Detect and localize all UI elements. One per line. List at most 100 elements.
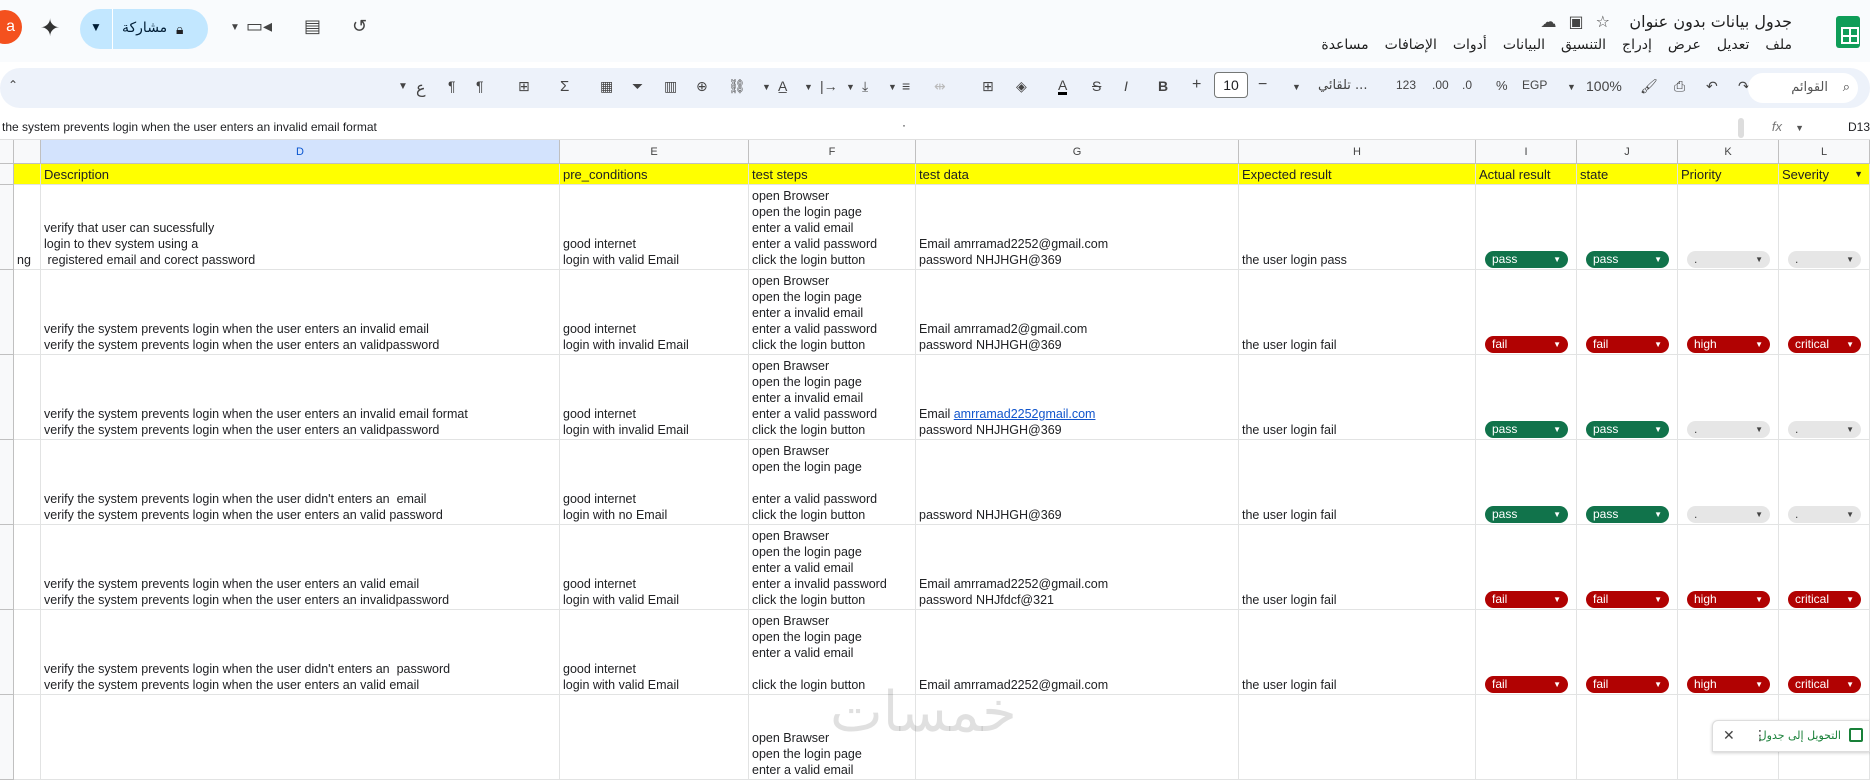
comment-add-icon[interactable]: ⊕ <box>696 78 708 95</box>
header-cell-test-steps[interactable]: test steps <box>749 164 916 185</box>
version-history-icon[interactable]: ↺ <box>352 16 367 37</box>
text-color-icon[interactable]: A <box>1058 78 1068 95</box>
font-size-increase-icon[interactable]: + <box>1192 76 1201 94</box>
table-cell-c[interactable] <box>14 355 41 440</box>
zoom-select[interactable]: 100% <box>1586 78 1622 94</box>
menu-view[interactable]: عرض <box>1668 37 1701 53</box>
decimal-increase-button[interactable]: .00 <box>1432 78 1449 92</box>
menu-data[interactable]: البيانات <box>1503 37 1545 53</box>
horizontal-align-icon[interactable]: ≡ <box>902 78 910 94</box>
chip-dropdown-icon[interactable]: ▼ <box>1846 421 1854 438</box>
table-cell-pre-conditions[interactable]: good internet login with invalid Email <box>560 355 749 440</box>
comments-icon[interactable]: ▤ <box>304 16 321 37</box>
table-cell-pre-conditions[interactable]: good internet login with valid Email <box>560 185 749 270</box>
menu-file[interactable]: ملف <box>1765 37 1792 53</box>
table-cell-description[interactable] <box>41 695 560 780</box>
chip-dropdown-icon[interactable]: ▼ <box>1755 251 1763 268</box>
column-header-e[interactable]: E <box>560 140 749 164</box>
severity-chip[interactable]: . ▼ <box>1788 421 1861 438</box>
table-cell-test-steps[interactable]: open Brawser open the login page enter a… <box>749 440 916 525</box>
column-header-i[interactable]: I <box>1476 140 1577 164</box>
table-cell-pre-conditions[interactable]: good internet login with invalid Email <box>560 270 749 355</box>
table-cell-test-data[interactable]: Email amrramad2252@gmail.com password NHJ… <box>916 525 1239 610</box>
actual-chip[interactable]: fail ▼ <box>1485 676 1568 693</box>
table-cell-expected[interactable]: the user login fail <box>1239 440 1476 525</box>
menu-search-input[interactable]: القوائم ⌕ <box>1748 73 1858 103</box>
header-cell-pre-conditions[interactable]: pre_conditions <box>560 164 749 185</box>
table-cell-test-data[interactable]: password NHJHGH@369 <box>916 440 1239 525</box>
chip-dropdown-icon[interactable]: ▼ <box>1846 251 1854 268</box>
wrap-dropdown-icon[interactable]: ▼ <box>804 82 813 92</box>
severity-chip[interactable]: . ▼ <box>1788 506 1861 523</box>
header-cell-priority[interactable]: Priority <box>1678 164 1779 185</box>
table-icon[interactable]: ▦ <box>600 78 613 95</box>
currency-button[interactable]: EGP <box>1522 78 1547 92</box>
text-rotation-icon[interactable]: A̲ <box>778 78 787 94</box>
row-header[interactable] <box>0 525 14 610</box>
table-cell-description[interactable]: verify the system prevents login when th… <box>41 525 560 610</box>
column-header-f[interactable]: F <box>749 140 916 164</box>
table-cell-pre-conditions[interactable]: good internet login with valid Email <box>560 610 749 695</box>
row-header-2[interactable] <box>0 164 14 185</box>
row-header[interactable] <box>0 270 14 355</box>
collapse-toolbar-icon[interactable]: ⌃ <box>8 78 18 92</box>
state-chip[interactable]: pass ▼ <box>1586 506 1669 523</box>
table-cell-expected[interactable]: the user login fail <box>1239 270 1476 355</box>
strikethrough-icon[interactable]: S <box>1092 78 1101 94</box>
table-cell-expected[interactable] <box>1239 695 1476 780</box>
pivot-icon[interactable]: ⊞ <box>518 78 530 95</box>
severity-chip[interactable]: . ▼ <box>1788 251 1861 268</box>
severity-filter-icon[interactable]: ▼ <box>1854 164 1863 184</box>
table-cell-test-steps[interactable]: open Brawser open the login page enter a… <box>749 525 916 610</box>
actual-chip[interactable]: pass ▼ <box>1485 506 1568 523</box>
name-box-dropdown-icon[interactable]: ▼ <box>1795 123 1804 133</box>
menu-help[interactable]: مساعدة <box>1321 37 1368 53</box>
sheets-logo-icon[interactable] <box>1836 16 1860 48</box>
table-cell-expected[interactable]: the user login fail <box>1239 610 1476 695</box>
chip-dropdown-icon[interactable]: ▼ <box>1553 336 1561 353</box>
table-cell-c[interactable] <box>14 270 41 355</box>
header-cell-severity[interactable]: Severity ▼ <box>1779 164 1870 185</box>
font-size-input[interactable]: 10 <box>1214 72 1248 98</box>
table-cell-actual[interactable] <box>1476 695 1577 780</box>
chip-dropdown-icon[interactable]: ▼ <box>1755 336 1763 353</box>
convert-to-table-button[interactable]: التحويل إلى جدول <box>1759 729 1841 742</box>
cloud-status-icon[interactable]: ☁ <box>1541 12 1557 32</box>
row-header[interactable] <box>0 355 14 440</box>
table-cell-description[interactable]: verify the system prevents login when th… <box>41 610 560 695</box>
table-cell-test-data[interactable]: Email amrramad2252@gmail.com password NHJ… <box>916 185 1239 270</box>
chip-dropdown-icon[interactable]: ▼ <box>1654 591 1662 608</box>
actual-chip[interactable]: pass ▼ <box>1485 251 1568 268</box>
chip-dropdown-icon[interactable]: ▼ <box>1846 676 1854 693</box>
font-name-select[interactable]: تلقائي ... <box>1318 78 1367 93</box>
column-header-c[interactable] <box>14 140 41 164</box>
chip-dropdown-icon[interactable]: ▼ <box>1553 506 1561 523</box>
doc-title[interactable]: جدول بيانات بدون عنوان <box>1629 12 1792 31</box>
text-wrap-icon[interactable]: |→ <box>820 78 838 94</box>
column-header-l[interactable]: L <box>1779 140 1870 164</box>
header-cell-test-data[interactable]: test data <box>916 164 1239 185</box>
email-link[interactable]: amrramad2252gmail.com <box>954 407 1096 421</box>
chip-dropdown-icon[interactable]: ▼ <box>1654 506 1662 523</box>
borders-icon[interactable]: ⊞ <box>982 78 994 95</box>
share-button[interactable]: ▼ مشاركة 🔒︎ <box>80 9 208 49</box>
input-tools-dropdown-icon[interactable]: ▼ <box>398 81 408 92</box>
state-chip[interactable]: fail ▼ <box>1586 676 1669 693</box>
table-cell-test-data[interactable]: Email amrramad2252gmail.com password NHJH… <box>916 355 1239 440</box>
table-cell-c[interactable] <box>14 440 41 525</box>
state-chip[interactable]: fail ▼ <box>1586 591 1669 608</box>
header-cell-actual[interactable]: Actual result <box>1476 164 1577 185</box>
row-header[interactable] <box>0 185 14 270</box>
formula-input[interactable]: the system prevents login when the user … <box>2 120 377 134</box>
input-tools-icon[interactable]: ع <box>416 78 426 98</box>
table-cell-pre-conditions[interactable]: good internet login with valid Email <box>560 525 749 610</box>
priority-chip[interactable]: . ▼ <box>1687 506 1770 523</box>
fill-color-icon[interactable]: ◈ <box>1016 78 1027 95</box>
table-cell-description[interactable]: verify that user can sucessfully login t… <box>41 185 560 270</box>
zoom-dropdown-icon[interactable]: ▼ <box>1567 82 1576 92</box>
meet-dropdown-icon[interactable]: ▼ <box>230 22 240 33</box>
valign-dropdown-icon[interactable]: ▼ <box>846 82 855 92</box>
decimal-decrease-button[interactable]: .0 <box>1462 78 1472 92</box>
menu-extensions[interactable]: الإضافات <box>1385 37 1437 53</box>
rotate-dropdown-icon[interactable]: ▼ <box>762 82 771 92</box>
